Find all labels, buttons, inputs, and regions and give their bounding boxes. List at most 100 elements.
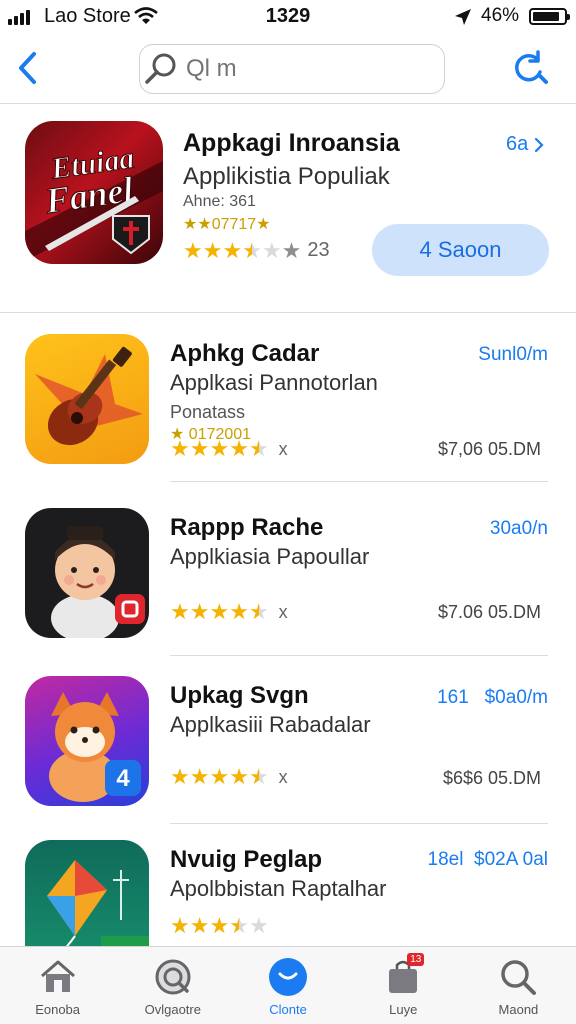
star-icon: ★ [229,599,249,624]
list-item[interactable]: Rappp Rache Applkiasia Papoullar ★ ★ ★ ★ ★ x… [0,488,576,656]
star-rating: ★ ★ ★ ★ ★ [170,915,269,937]
rating-suffix: x [278,601,288,622]
back-button[interactable] [12,48,46,88]
list-item[interactable]: 1V Nvuig Peglap Apolbbistan Raptalhar ★★… [0,820,576,946]
star-icon: ★ [209,913,230,938]
refresh-icon [515,50,548,84]
featured-app-subtitle: Applikistia Populiak [183,163,390,190]
star-icon: ★ [209,764,230,789]
star-rating: ★ ★ ★ ★ ★ [170,438,269,460]
star-icon: ★ [248,764,269,789]
tab-bag[interactable]: 13 Luye [346,947,461,1024]
explore-icon [155,959,191,995]
search-input[interactable] [186,55,426,83]
search-bar[interactable] [139,44,445,94]
tab-label: Ovlgaotre [144,1002,201,1017]
featured-rating: ★ ★ ★ ★ ★ ★ 23 [183,239,330,262]
app-rating: ★ ★ ★ ★ ★ [170,915,269,937]
star-icon: ★ [229,436,249,461]
rating-suffix: x [278,438,288,459]
app-size[interactable]: 30a0/n [490,518,548,540]
app-price: $6$6 05.DM [442,768,541,788]
app-subtitle: Applkasiii Rabadalar [170,712,371,737]
star-icon: ★ [261,237,282,263]
star-rating: ★ ★ ★ ★ ★ [170,766,269,788]
refresh-button[interactable] [510,48,548,88]
kite-app-icon[interactable]: 1V [25,840,149,946]
svg-text:4: 4 [116,765,130,792]
character-app-icon[interactable] [25,508,149,638]
star-icon: ★ [189,436,210,461]
get-button[interactable]: 4 Saoon [372,224,549,276]
star-icon: ★ [229,764,249,789]
star-icon: ★ [281,237,302,263]
app-size[interactable]: Sunl0/m [478,344,548,366]
star-icon: ★ [248,599,269,624]
list-item[interactable]: 4 Upkag Svgn Applkasiii Rabadalar ★ ★ ★ ★ ★ … [0,656,576,824]
search-icon [145,53,176,84]
battery-percentage: 46% [481,5,520,26]
star-icon: ★ [189,764,210,789]
house-icon [40,960,75,992]
chevron-right-icon [535,137,544,152]
tab-label: Luye [389,1002,418,1017]
star-icon: ★ [222,237,243,263]
guitar-app-icon[interactable] [25,334,149,464]
featured-app-rank: ★★07717★ [183,216,271,233]
featured-app-icon[interactable]: Etuiaa Fanel [25,121,163,264]
app-price: $7,06 05.DM [437,439,541,459]
chevron-left-icon [19,52,36,84]
tab-bar: Eonoba Ovlgaotre Clonte 13 Luye Maond [0,946,576,1024]
app-title: Aphkg Cadar [170,340,320,367]
nav-bar [0,38,576,104]
tab-search[interactable]: Maond [461,947,576,1024]
star-icon: ★ [202,237,223,263]
app-subtitle: Applkiasia Papoullar [170,544,370,569]
app-price: $7.06 05.DM [437,602,541,622]
tab-label: Clonte [269,1002,307,1017]
star-rating: ★ ★ ★ ★ ★ [170,601,269,623]
guitar-icon [35,346,143,446]
battery-icon [529,8,570,25]
tab-home[interactable]: Eonoba [0,947,115,1024]
app-size[interactable]: 161 $0a0/m [437,687,548,709]
featured-more-link[interactable]: 6a [506,133,544,156]
tab-explore[interactable]: Ovlgaotre [115,947,230,1024]
search-icon [501,960,537,995]
status-bar: Lao Store 1329 46% [0,0,576,34]
tab-label: Maond [498,1002,539,1017]
rating-suffix: x [278,766,288,787]
app-subtitle: Apolbbistan Raptalhar [170,876,387,901]
fox-icon: 4 [49,692,141,802]
star-rating: ★ ★ ★ ★ ★ [183,237,282,263]
tab-chat[interactable]: Clonte [230,947,345,1024]
app-rating: ★ ★ ★ ★ ★ x [170,438,288,460]
star-icon: ★ [242,237,262,263]
featured-app-meta: Ahne: 361 [183,193,256,210]
star-icon: ★ [248,913,269,938]
list-item[interactable]: Aphkg Cadar Applkasi Pannotorlan Ponatas… [0,314,576,482]
featured-link-label: 6a [506,133,529,155]
star-icon: ★ [170,599,190,624]
star-icon: ★ [183,237,203,263]
app-subtitle: Applkasi Pannotorlan [170,370,378,395]
star-icon: ★ [170,913,190,938]
tab-label: Eonoba [35,1002,81,1017]
character-icon [51,526,145,638]
star-icon: ★ [189,599,210,624]
app-rating: ★ ★ ★ ★ ★ x [170,766,288,788]
star-icon: ★ [170,436,190,461]
featured-app-card[interactable]: Etuiaa Fanel Appkagi Inroansia Applikist… [0,105,576,313]
star-icon: ★ [248,436,269,461]
star-icon: ★ [189,913,210,938]
app-title: Nvuig Peglap [170,846,323,873]
notification-badge: 13 [407,953,425,966]
featured-app-title: Appkagi Inroansia [183,129,400,157]
star-icon: ★ [209,436,230,461]
app-size[interactable]: 18el $02A 0al [428,849,548,871]
star-icon: ★ [170,764,190,789]
fox-app-icon[interactable]: 4 [25,676,149,806]
star-icon: ★ [209,599,230,624]
app-title: Rappp Rache [170,514,324,541]
app-rating: ★ ★ ★ ★ ★ x [170,601,288,623]
